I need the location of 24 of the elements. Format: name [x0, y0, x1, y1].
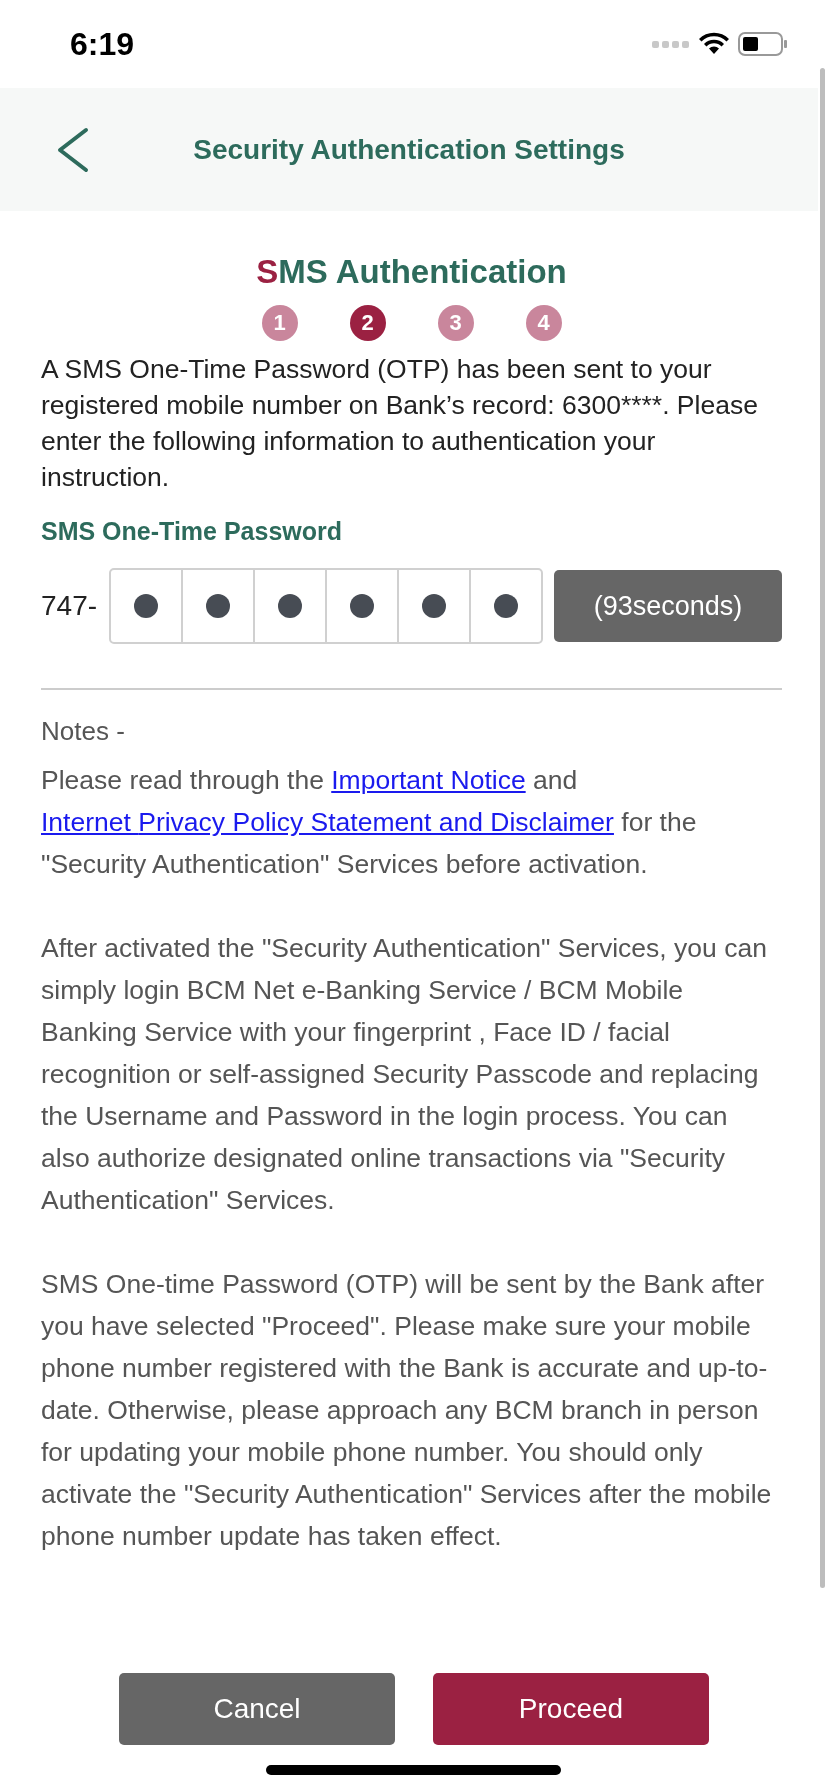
proceed-button[interactable]: Proceed: [433, 1673, 709, 1745]
step-indicator: 2: [349, 305, 386, 341]
field-label: SMS One-Time Password: [41, 517, 343, 546]
link[interactable]: Privacy Policy Statement and Disclaimer: [138, 807, 614, 837]
otp-field[interactable]: [109, 568, 544, 644]
section-title: SMS Authentication: [255, 253, 568, 291]
note-paragraph: After activated the "Security Authentication" Services, you can simply login BCM Net e-Banking Service / BCM Mobile Banking Service with your fingerprint , Face ID / facial recognition or self-assigned Security Passcode and replacing the Username and Password in the login process. You can also authorize designated online transactions via "Security Authentication" Services.: [41, 932, 768, 1217]
step-indicator: 4: [525, 305, 562, 341]
note-paragraph: Please read through the Important Notice and Internet Privacy Policy Statement and Disclaimer for the "Security Authentication" Services before activation.: [41, 764, 698, 881]
battery-icon: [738, 32, 788, 56]
cancel-button[interactable]: Cancel: [119, 1673, 395, 1745]
note-paragraph: SMS One-time Password (OTP) will be sent by the Bank after you have selected "Proceed". Please make sure your mobile phone number registered with the Bank is accurate and up-to-date. Otherwise, please approach any BCM branch in person for updating your mobile phone number. You should only activate the "Security Authentication" Services after the mobile phone number update has taken effect.: [41, 1268, 773, 1553]
signal-icon: [652, 38, 690, 50]
step-indicator: 1: [261, 305, 298, 341]
wifi-icon: [698, 32, 730, 56]
screen-title: Security Authentication Settings: [192, 133, 626, 166]
otp-prefix: 747-: [41, 590, 99, 622]
link[interactable]: Internet: [41, 807, 139, 837]
link[interactable]: Important Notice: [331, 765, 526, 795]
notes-heading: Notes -: [41, 716, 126, 747]
step-indicator: 3: [437, 305, 474, 341]
status-time: 6:19: [70, 25, 135, 63]
resend-timer-button[interactable]: (93seconds): [554, 570, 782, 642]
intro-text: A SMS One-Time Password (OTP) has been sent to your registered mobile number on Bank’s record: 6300****. Please enter the following information to authentication your instruction.: [41, 353, 759, 494]
